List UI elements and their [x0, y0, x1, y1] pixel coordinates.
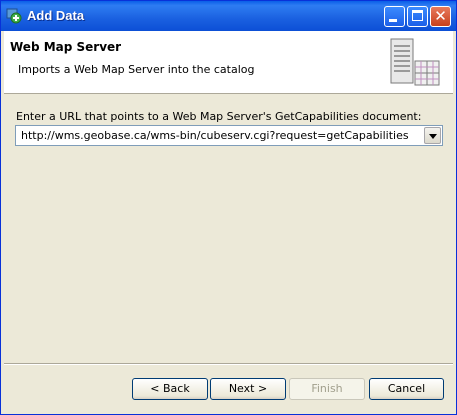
finish-button: Finish [289, 378, 365, 400]
title-bar[interactable]: Add Data ✕ [1, 1, 456, 31]
wizard-content: Enter a URL that points to a Web Map Ser… [4, 94, 453, 363]
url-label: Enter a URL that points to a Web Map Ser… [16, 110, 422, 123]
add-data-dialog: Add Data ✕ Web Map Server Imports a Web … [0, 0, 457, 415]
minimize-button[interactable] [384, 6, 405, 27]
minimize-icon [389, 19, 397, 22]
page-title: Web Map Server [10, 40, 122, 54]
footer-separator [4, 363, 453, 365]
web-map-server-icon [390, 38, 440, 86]
wizard-header: Web Map Server Imports a Web Map Server … [4, 31, 453, 94]
maximize-icon [412, 10, 423, 21]
add-data-icon [6, 8, 22, 24]
url-dropdown-button[interactable] [424, 127, 441, 144]
close-icon: ✕ [434, 7, 447, 25]
close-button[interactable]: ✕ [430, 6, 451, 27]
window-title: Add Data [27, 8, 85, 23]
url-input[interactable]: http://wms.geobase.ca/wms-bin/cubeserv.c… [21, 129, 409, 142]
cancel-button[interactable]: Cancel [369, 378, 444, 400]
maximize-button[interactable] [407, 6, 428, 27]
back-button[interactable]: < Back [132, 378, 208, 400]
url-combobox[interactable]: http://wms.geobase.ca/wms-bin/cubeserv.c… [15, 125, 443, 146]
page-description: Imports a Web Map Server into the catalo… [18, 63, 255, 76]
next-button[interactable]: Next > [210, 378, 286, 400]
chevron-down-icon [429, 134, 437, 139]
